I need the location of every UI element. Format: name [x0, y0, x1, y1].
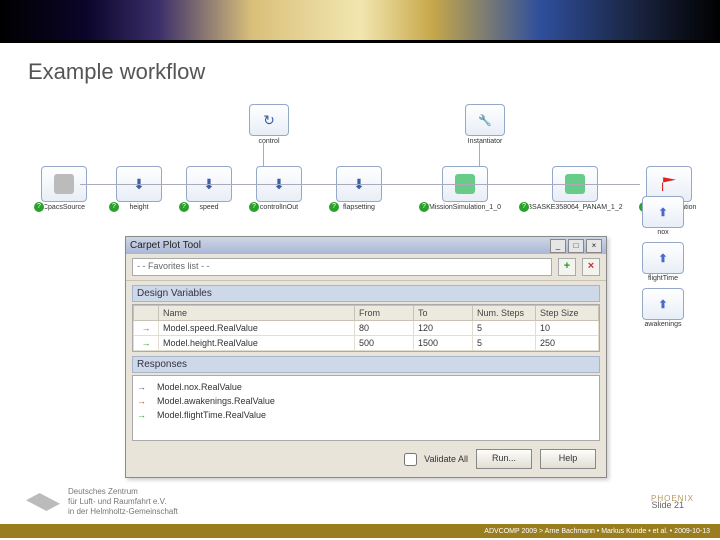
arrow-up-icon: ⬆ — [658, 252, 667, 265]
affiliation: Deutsches Zentrum für Luft- und Raumfahr… — [26, 487, 178, 517]
col-name: Name — [159, 306, 355, 321]
carpet-plot-dialog: Carpet Plot Tool _ □ × - - Favorites lis… — [125, 236, 607, 478]
node-missionsim[interactable]: ? MissionSimulation_1_0 — [420, 166, 510, 211]
validate-all-checkbox[interactable]: Validate All — [400, 450, 468, 469]
add-favorite-button[interactable]: + — [558, 258, 576, 276]
help-button[interactable]: Help — [540, 449, 596, 469]
arrow-right-icon: → — [134, 321, 159, 336]
node-flapsetting[interactable]: ⬇? flapsetting — [330, 166, 388, 211]
col-stepsize: Step Size — [536, 306, 599, 321]
minimize-button[interactable]: _ — [550, 239, 566, 253]
list-item[interactable]: →Model.flightTime.RealValue — [137, 408, 595, 422]
node-speed[interactable]: ⬇? speed — [180, 166, 238, 211]
run-button[interactable]: Run... — [476, 449, 532, 469]
validate-all-input[interactable] — [404, 453, 417, 466]
maximize-button[interactable]: □ — [568, 239, 584, 253]
table-row[interactable]: → Model.height.RealValue 500 1500 5 250 — [134, 336, 599, 351]
arrow-right-icon: → — [137, 380, 151, 394]
node-awakenings[interactable]: ⬆ awakenings — [634, 288, 692, 328]
section-design-variables: Design Variables — [132, 285, 600, 302]
node-controlinout[interactable]: ⬇? controlInOut — [250, 166, 308, 211]
node-nox[interactable]: ⬆ nox — [634, 196, 692, 236]
list-item[interactable]: →Model.nox.RealValue — [137, 380, 595, 394]
responses-list[interactable]: →Model.nox.RealValue →Model.awakenings.R… — [132, 375, 600, 441]
wrench-icon: 🔧 — [478, 114, 492, 127]
remove-favorite-button[interactable]: × — [582, 258, 600, 276]
flag-icon — [662, 177, 676, 191]
design-variables-grid[interactable]: Name From To Num. Steps Step Size → Mode… — [132, 304, 600, 352]
arrow-right-icon: → — [137, 394, 151, 408]
arrow-up-icon: ⬆ — [658, 206, 667, 219]
dialog-footer: Validate All Run... Help — [126, 443, 606, 477]
arrow-right-icon: → — [137, 408, 151, 422]
node-height[interactable]: ⬇? height — [110, 166, 168, 211]
list-item[interactable]: →Model.awakenings.RealValue — [137, 394, 595, 408]
favorites-dropdown[interactable]: - - Favorites list - - — [132, 258, 552, 276]
loop-icon: ↻ — [263, 112, 275, 129]
table-row[interactable]: → Model.speed.RealValue 80 120 5 10 — [134, 321, 599, 336]
dialog-titlebar[interactable]: Carpet Plot Tool _ □ × — [126, 237, 606, 254]
node-cpacssource[interactable]: ? CpacsSource — [35, 166, 93, 211]
connector — [479, 142, 480, 166]
node-panam[interactable]: ? BSASKE358064_PANAM_1_2 — [520, 166, 630, 211]
arrow-up-icon: ⬆ — [658, 298, 667, 311]
footer-bar: ADVCOMP 2009 > Arne Bachmann • Markus Ku… — [0, 524, 720, 538]
col-from: From — [355, 306, 414, 321]
arrow-right-icon: → — [134, 336, 159, 351]
close-button[interactable]: × — [586, 239, 602, 253]
slide-body: ↻ control 🔧 Instantiator ? CpacsSource ⬇… — [0, 96, 720, 476]
ok-badge: ? — [33, 201, 45, 213]
node-instantiator[interactable]: 🔧 Instantiator — [456, 104, 514, 145]
slide-number: Slide 21 — [651, 500, 684, 510]
col-to: To — [414, 306, 473, 321]
connector — [263, 142, 264, 166]
dialog-title: Carpet Plot Tool — [130, 240, 201, 251]
dialog-toolbar: - - Favorites list - - + × — [126, 254, 606, 281]
workflow-canvas: ↻ control 🔧 Instantiator ? CpacsSource ⬇… — [20, 104, 700, 224]
col-numsteps: Num. Steps — [473, 306, 536, 321]
top-banner — [0, 0, 720, 43]
node-control[interactable]: ↻ control — [240, 104, 298, 145]
slide-title: Example workflow — [0, 43, 720, 101]
connector — [80, 184, 640, 185]
slide-footer: Deutsches Zentrum für Luft- und Raumfahr… — [0, 480, 720, 540]
database-icon — [54, 174, 74, 194]
section-responses: Responses — [132, 356, 600, 373]
node-flighttime[interactable]: ⬆ flightTime — [634, 242, 692, 282]
output-stack: ⬆ nox ⬆ flightTime ⬆ awakenings — [634, 196, 700, 334]
dlr-logo-icon — [26, 493, 60, 511]
